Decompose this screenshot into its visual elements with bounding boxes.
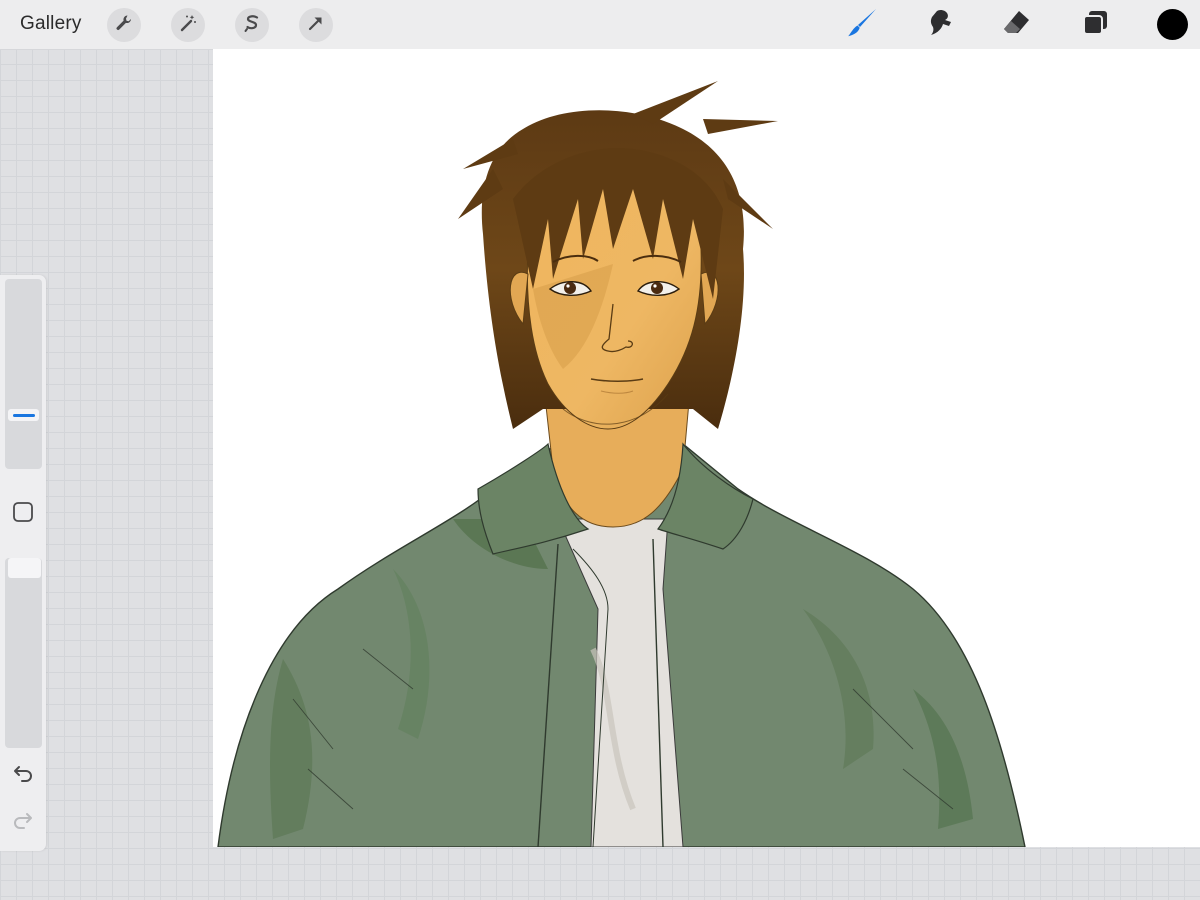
- magic-wand-icon: [178, 13, 198, 38]
- opacity-handle[interactable]: [8, 558, 41, 578]
- gallery-button[interactable]: Gallery: [20, 13, 82, 35]
- selection-icon: [242, 13, 262, 38]
- size-indicator: [12, 413, 35, 417]
- layers-button[interactable]: [1077, 7, 1113, 43]
- brush-icon: [845, 6, 879, 45]
- adjustments-button[interactable]: [171, 8, 205, 42]
- smudge-icon: [924, 7, 956, 44]
- redo-button[interactable]: [11, 811, 35, 833]
- undo-button[interactable]: [11, 764, 35, 786]
- undo-icon: [12, 763, 34, 788]
- color-picker-button[interactable]: [1157, 9, 1188, 40]
- actions-button[interactable]: [107, 8, 141, 42]
- modify-button[interactable]: [12, 501, 34, 528]
- eraser-tool-button[interactable]: [999, 7, 1035, 43]
- redo-icon: [12, 810, 34, 835]
- brush-size-slider[interactable]: [5, 279, 42, 469]
- brush-tool-button[interactable]: [844, 7, 880, 43]
- smudge-tool-button[interactable]: [922, 7, 958, 43]
- layers-icon: [1080, 8, 1110, 43]
- modify-square-icon: [12, 501, 34, 528]
- left-sidebar: [0, 275, 46, 851]
- transform-button[interactable]: [299, 8, 333, 42]
- top-toolbar: Gallery: [0, 0, 1200, 50]
- selection-button[interactable]: [235, 8, 269, 42]
- brush-size-handle[interactable]: [8, 409, 39, 421]
- drawing-canvas[interactable]: [213, 49, 1200, 847]
- transform-arrow-icon: [306, 13, 326, 38]
- wrench-icon: [114, 13, 134, 38]
- opacity-slider[interactable]: [5, 558, 42, 748]
- eraser-icon: [1001, 7, 1033, 44]
- artwork-portrait: [217, 81, 1026, 847]
